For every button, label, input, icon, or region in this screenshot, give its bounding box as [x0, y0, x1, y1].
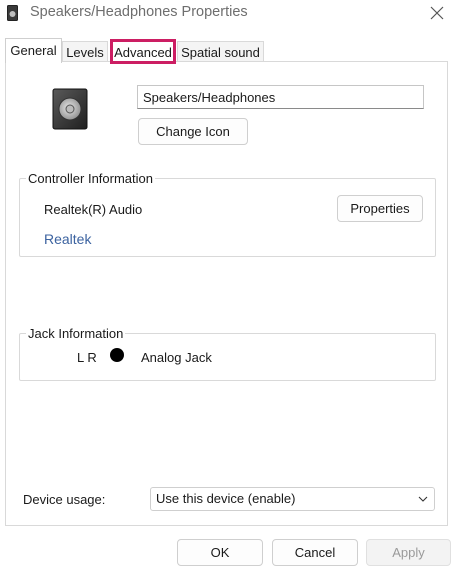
device-name-input[interactable] [137, 85, 424, 109]
window-title: Speakers/Headphones Properties [30, 4, 248, 20]
device-speaker-icon [52, 88, 88, 130]
device-usage-select[interactable]: Use this device (enable) [150, 487, 435, 511]
jack-info-title: Jack Information [26, 326, 126, 341]
ok-button[interactable]: OK [177, 539, 263, 566]
controller-info-title: Controller Information [26, 171, 155, 186]
device-usage-value: Use this device (enable) [156, 491, 296, 506]
jack-color-dot [110, 348, 124, 362]
tab-general[interactable]: General [5, 38, 62, 63]
cancel-button[interactable]: Cancel [272, 539, 358, 566]
controller-name: Realtek(R) Audio [44, 202, 143, 217]
change-icon-button[interactable]: Change Icon [138, 118, 248, 145]
speaker-icon [7, 5, 18, 21]
jack-connector-label: Analog Jack [141, 350, 212, 365]
device-usage-label: Device usage: [23, 492, 106, 507]
tab-levels[interactable]: Levels [62, 41, 108, 62]
tab-spatial-sound[interactable]: Spatial sound [177, 41, 264, 62]
vendor-link[interactable]: Realtek [44, 231, 91, 247]
apply-button[interactable]: Apply [366, 539, 451, 566]
tab-advanced[interactable]: Advanced [110, 39, 176, 64]
jack-channels: L R [77, 350, 97, 365]
title-bar: Speakers/Headphones Properties [0, 0, 454, 28]
close-icon[interactable] [428, 4, 446, 22]
controller-properties-button[interactable]: Properties [337, 195, 423, 222]
tab-strip: General Levels Advanced Spatial sound [0, 38, 454, 64]
chevron-down-icon [418, 496, 428, 502]
